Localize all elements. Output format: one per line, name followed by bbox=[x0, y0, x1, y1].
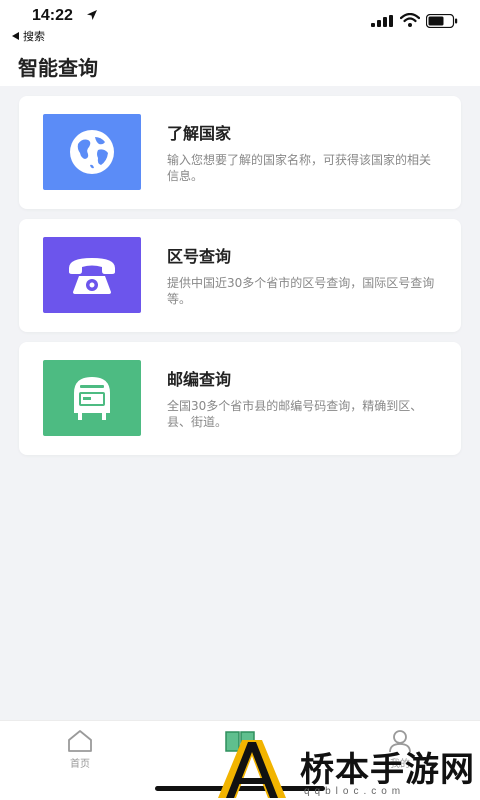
tab-label: 首页 bbox=[70, 759, 90, 770]
card-icon-box bbox=[43, 360, 141, 436]
card-title: 区号查询 bbox=[167, 247, 232, 266]
status-bar: 14:22 bbox=[0, 0, 480, 30]
card-description: 输入您想要了解的国家名称，可获得该国家的相关信息。 bbox=[167, 153, 432, 183]
home-icon bbox=[68, 730, 92, 752]
watermark-logo-icon bbox=[218, 740, 286, 798]
card-postcode[interactable]: 邮编查询 全国30多个省市县的邮编号码查询，精确到区、县、街道。 bbox=[19, 342, 461, 455]
wifi-icon bbox=[400, 13, 420, 27]
cellular-signal-icon bbox=[371, 15, 393, 27]
nav-header: 智能查询 bbox=[0, 30, 480, 86]
location-arrow-icon bbox=[87, 10, 97, 20]
card-title: 邮编查询 bbox=[167, 370, 232, 389]
globe-icon bbox=[70, 130, 114, 174]
mailbox-icon bbox=[74, 377, 110, 420]
card-area-code[interactable]: 区号查询 提供中国近30多个省市的区号查询，国际区号查询等。 bbox=[19, 219, 461, 332]
card-country-info[interactable]: 了解国家 输入您想要了解的国家名称，可获得该国家的相关信息。 bbox=[19, 96, 461, 209]
watermark: 桥本手游网 qqbloc.com bbox=[212, 738, 480, 800]
card-description: 提供中国近30多个省市的区号查询，国际区号查询等。 bbox=[167, 276, 435, 306]
card-icon-box bbox=[43, 237, 141, 313]
card-title: 了解国家 bbox=[167, 124, 232, 143]
card-description: 全国30多个省市县的邮编号码查询，精确到区、县、街道。 bbox=[167, 399, 423, 429]
tab-home[interactable]: 首页 bbox=[50, 729, 110, 775]
watermark-sub: qqbloc.com bbox=[304, 786, 406, 797]
status-time: 14:22 bbox=[32, 7, 73, 24]
battery-icon bbox=[426, 14, 458, 28]
back-button[interactable]: 搜索 bbox=[12, 28, 45, 44]
telephone-icon bbox=[69, 258, 115, 294]
back-triangle-icon bbox=[12, 32, 19, 40]
watermark-text: 桥本手游网 bbox=[300, 750, 475, 790]
card-icon-box bbox=[43, 114, 141, 190]
page-title: 智能查询 bbox=[18, 56, 98, 80]
back-label: 搜索 bbox=[23, 31, 45, 43]
